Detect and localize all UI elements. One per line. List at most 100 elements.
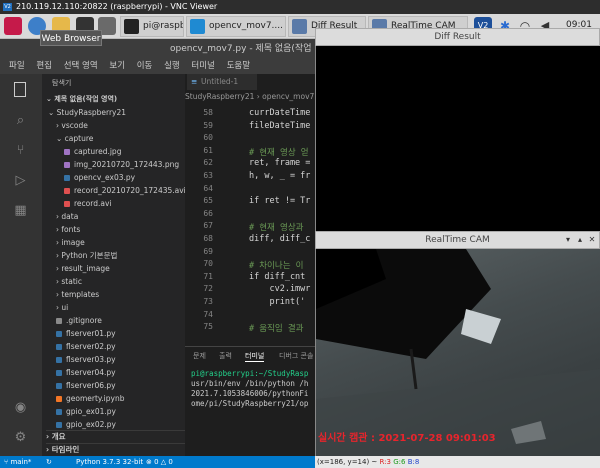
- explorer-item[interactable]: › templates: [56, 289, 199, 301]
- source-control-icon[interactable]: ⑂: [12, 142, 29, 159]
- python-icon: [56, 409, 62, 415]
- menu-view[interactable]: 보기: [109, 59, 125, 74]
- explorer-item[interactable]: › image: [56, 237, 199, 249]
- explorer-item[interactable]: ⌄ capture: [56, 133, 199, 145]
- pixel-coords: (x=186, y=14) ~: [317, 458, 378, 466]
- code-line[interactable]: cv2.imwr: [249, 284, 315, 294]
- menu-file[interactable]: 파일: [9, 59, 25, 74]
- image-icon: [64, 162, 70, 168]
- code-line[interactable]: if diff_cnt: [249, 272, 315, 282]
- code-line[interactable]: currDateTime: [249, 108, 315, 118]
- terminal-line: pi@raspberrypi:~/StudyRasp: [191, 369, 309, 378]
- account-icon[interactable]: ◉: [12, 399, 29, 416]
- run-debug-icon[interactable]: ▷: [12, 172, 29, 189]
- code-line[interactable]: if ret != Tr: [249, 196, 315, 206]
- tab-debug-console[interactable]: 디버그 콘솔: [279, 351, 313, 361]
- code-line[interactable]: # 현재 영상과: [249, 221, 315, 233]
- menu-go[interactable]: 이동: [137, 59, 153, 74]
- sync-icon[interactable]: ↻: [46, 456, 52, 468]
- code-line[interactable]: fileDateTime: [249, 121, 315, 131]
- explorer-item[interactable]: › Python 기본문법: [56, 250, 199, 262]
- terminal-line: usr/bin/env /bin/python /h: [191, 379, 309, 388]
- menu-help[interactable]: 도움말: [227, 59, 250, 74]
- timeline-section[interactable]: › 타임라인: [46, 443, 189, 455]
- cam-window-titlebar[interactable]: RealTime CAM ▾ ▴ ✕: [315, 231, 600, 249]
- python-icon: [56, 344, 62, 350]
- search-icon[interactable]: ⌕: [12, 112, 29, 129]
- code-line[interactable]: # 움직임 결과: [249, 322, 315, 334]
- code-line[interactable]: ret, frame =: [249, 158, 315, 168]
- explorer-item[interactable]: flserver03.py: [56, 354, 199, 366]
- explorer-item[interactable]: flserver02.py: [56, 341, 199, 353]
- explorer-item-label: flserver01.py: [66, 329, 116, 338]
- editor-tab[interactable]: ≡ Untitled-1: [187, 74, 257, 90]
- gear-icon[interactable]: ⚙: [12, 429, 29, 446]
- code-line[interactable]: diff, diff_c: [249, 234, 315, 244]
- explorer-item[interactable]: › data: [56, 211, 199, 223]
- explorer-item[interactable]: gpio_ex01.py: [56, 406, 199, 418]
- explorer-item[interactable]: › vscode: [56, 120, 199, 132]
- line-number: 72: [203, 284, 213, 294]
- breadcrumb-folder[interactable]: StudyRaspberry21: [185, 92, 254, 101]
- explorer-item[interactable]: flserver01.py: [56, 328, 199, 340]
- menu-run[interactable]: 실행: [164, 59, 180, 74]
- video-icon: [64, 188, 70, 194]
- activity-bar: ⌕ ⑂ ▷ ▦ ◉ ⚙: [0, 74, 42, 456]
- code-line[interactable]: # 현재 영상 얻: [249, 146, 315, 158]
- extensions-icon[interactable]: ▦: [12, 202, 29, 219]
- workspace-title[interactable]: ⌄ 제목 없음(작업 영역): [46, 93, 189, 105]
- explorer-item[interactable]: › ui: [56, 302, 199, 314]
- menu-edit[interactable]: 편집: [36, 59, 52, 74]
- explorer-item[interactable]: flserver06.py: [56, 380, 199, 392]
- tab-problems[interactable]: 문제: [193, 351, 206, 361]
- video-icon: [64, 201, 70, 207]
- vnc-window-title: 210.119.12.110:20822 (raspberrypi) - VNC…: [16, 2, 218, 11]
- diff-window-titlebar[interactable]: Diff Result: [315, 28, 600, 46]
- raspberry-menu-icon[interactable]: [4, 17, 22, 35]
- explorer-item-label: Python 기본문법: [61, 251, 118, 260]
- diff-result-image: [315, 46, 600, 231]
- tab-output[interactable]: 출력: [219, 351, 232, 361]
- vnc-titlebar: V2 210.119.12.110:20822 (raspberrypi) - …: [0, 0, 600, 14]
- explorer-item[interactable]: flserver04.py: [56, 367, 199, 379]
- python-interpreter[interactable]: Python 3.7.3 32-bit: [76, 456, 143, 468]
- minimize-icon[interactable]: ▾: [563, 235, 573, 245]
- line-number: 62: [203, 158, 213, 168]
- code-line[interactable]: # 차이나는 이: [249, 259, 315, 271]
- breadcrumb-file[interactable]: opencv_mov7...: [262, 92, 315, 101]
- line-number: 58: [203, 108, 213, 117]
- python-icon: [56, 357, 62, 363]
- explorer-item[interactable]: › result_image: [56, 263, 199, 275]
- line-number: 59: [203, 120, 213, 130]
- explorer-item[interactable]: .gitignore: [56, 315, 199, 327]
- diff-window-title: Diff Result: [434, 32, 481, 42]
- close-icon[interactable]: ✕: [587, 235, 597, 245]
- maximize-icon[interactable]: ▴: [575, 235, 585, 245]
- menu-terminal[interactable]: 터미널: [191, 59, 214, 74]
- explorer-item[interactable]: geomerty.ipynb: [56, 393, 199, 405]
- code-line[interactable]: print(': [249, 297, 315, 307]
- explorer-item[interactable]: › static: [56, 276, 199, 288]
- explorer-item-label: capture: [64, 134, 94, 143]
- outline-section[interactable]: › 개요: [46, 430, 189, 442]
- line-number: 71: [203, 271, 213, 281]
- explorer-header: 탐색기: [52, 79, 72, 87]
- tab-terminal[interactable]: 터미널: [245, 351, 265, 362]
- code-line[interactable]: h, w, _ = fr: [249, 171, 315, 181]
- line-number: 67: [203, 221, 213, 231]
- explorer-item-label: flserver02.py: [66, 342, 116, 351]
- explorer-item-label: .gitignore: [66, 316, 102, 325]
- task-terminal[interactable]: pi@raspberry...: [120, 16, 184, 37]
- branch-status[interactable]: ⑂ main*: [4, 456, 31, 468]
- problems-status[interactable]: ⊗ 0 △ 0: [146, 456, 173, 468]
- line-number: 75: [203, 322, 213, 332]
- explorer-item[interactable]: ⌄ StudyRaspberry21: [48, 107, 191, 119]
- python-icon: [56, 331, 62, 337]
- explorer-item[interactable]: › fonts: [56, 224, 199, 236]
- task-vscode[interactable]: opencv_mov7....: [186, 16, 286, 37]
- timestamp-overlay: 실시간 캠관 : 2021-07-28 09:01:03: [318, 433, 496, 444]
- explorer-icon[interactable]: [14, 82, 26, 97]
- error-icon: ⊗: [146, 458, 155, 466]
- menu-selection[interactable]: 선택 영역: [64, 59, 98, 74]
- line-number: 60: [203, 133, 213, 143]
